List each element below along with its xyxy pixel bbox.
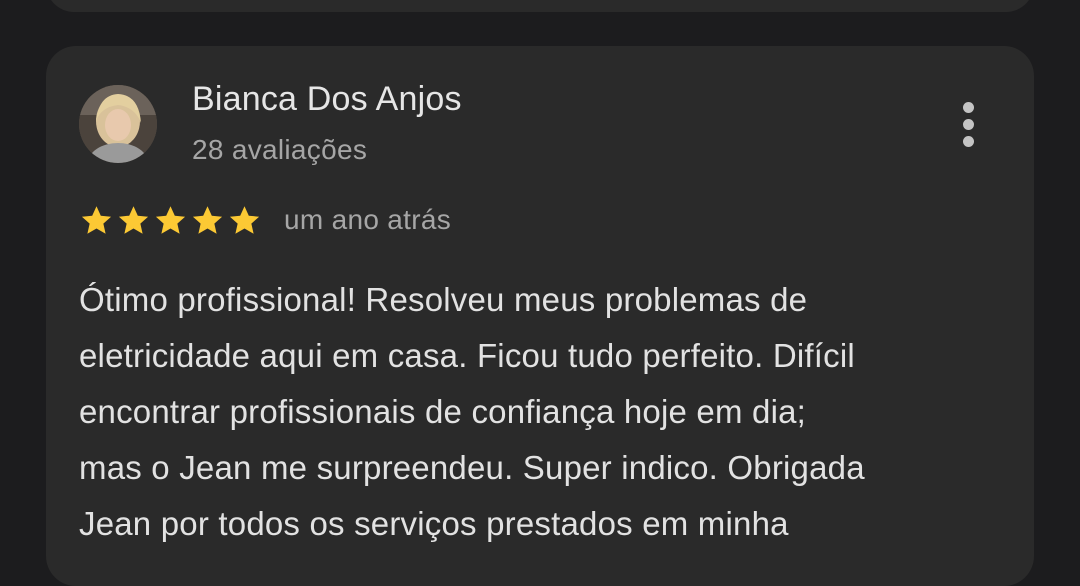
author-name[interactable]: Bianca Dos Anjos <box>192 80 462 119</box>
review-text-line: Ótimo profissional! Resolveu meus proble… <box>79 281 808 318</box>
star-rating <box>79 203 262 238</box>
star-icon <box>81 205 112 234</box>
review-time: um ano atrás <box>284 204 452 235</box>
avatar[interactable] <box>79 85 157 163</box>
rating-row: um ano atrás <box>79 202 451 238</box>
review-text-line: mas o Jean me surpreendeu. Super indico.… <box>79 449 865 486</box>
more-vert-icon-dot <box>962 135 974 147</box>
review-text: Ótimo profissional! Resolveu meus proble… <box>79 272 1009 552</box>
star-icon <box>118 205 149 234</box>
star-icon <box>155 205 186 234</box>
star-icon <box>192 205 223 234</box>
review-count: 28 avaliações <box>192 134 368 165</box>
previous-review-card <box>46 0 1034 12</box>
review-text-line: encontrar profissionais de confiança hoj… <box>79 393 807 430</box>
review-text-line: Jean por todos os serviços prestados em … <box>79 505 789 542</box>
review-card: Bianca Dos Anjos 28 avaliações um ano at… <box>46 46 1034 586</box>
star-icon <box>229 205 260 234</box>
more-vert-icon-dot <box>962 118 974 130</box>
review-text-line: eletricidade aqui em casa. Ficou tudo pe… <box>79 337 855 374</box>
more-options-button[interactable] <box>948 98 988 150</box>
more-vert-icon <box>962 101 974 113</box>
avatar-image <box>79 85 157 163</box>
